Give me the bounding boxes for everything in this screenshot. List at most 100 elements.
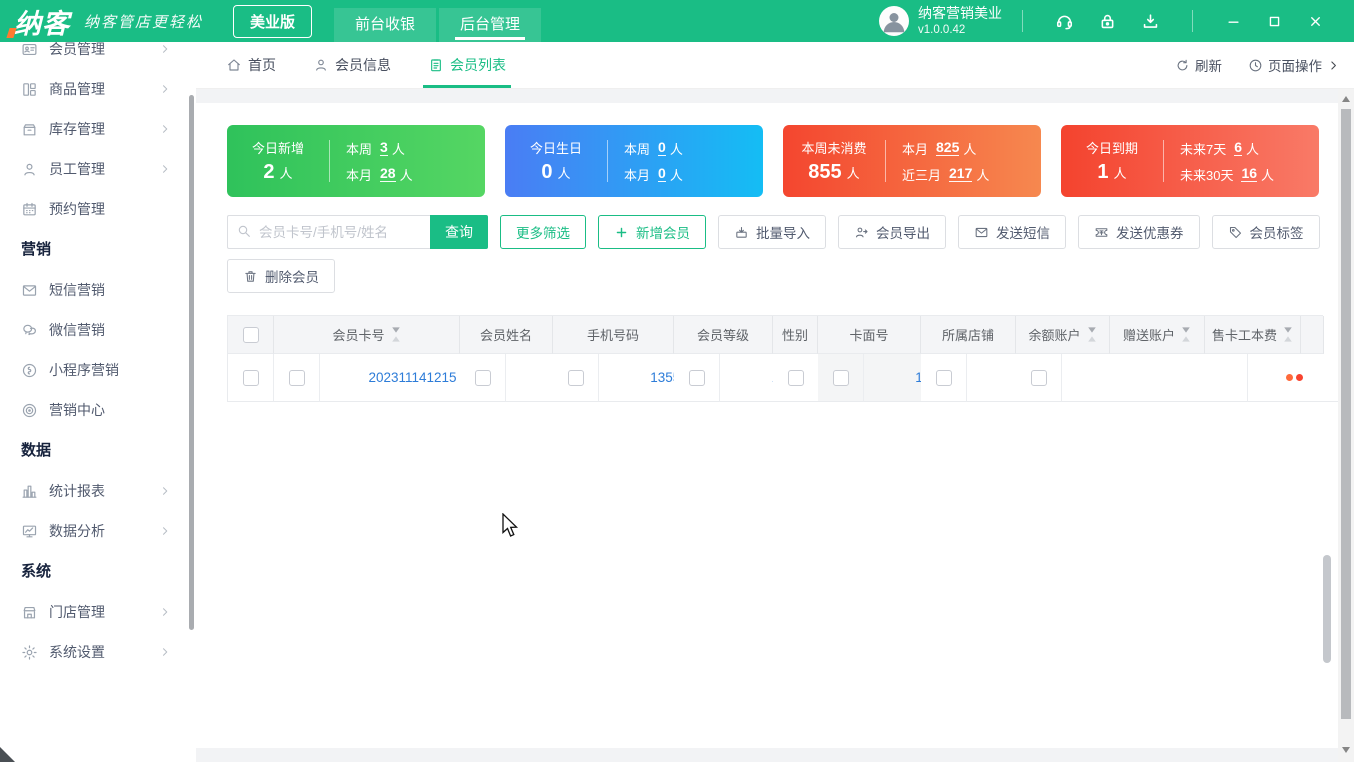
sidebar-item[interactable]: 库存管理: [0, 109, 196, 149]
sort-icon[interactable]: [1181, 326, 1191, 343]
sidebar-item[interactable]: 系统设置: [0, 632, 196, 672]
table-scrollbar[interactable]: [1323, 555, 1331, 663]
table-header-cell: 赠送账户: [1110, 316, 1205, 354]
toolbar-button[interactable]: 更多筛选: [500, 215, 586, 249]
mail-icon: [974, 225, 989, 240]
sidebar-item[interactable]: 数据分析: [0, 511, 196, 551]
row-checkbox[interactable]: [288, 369, 305, 386]
row-checkbox[interactable]: [688, 369, 705, 386]
minimize-button[interactable]: [1226, 14, 1241, 29]
toolbar-button[interactable]: 会员标签: [1211, 215, 1320, 249]
table-header-filler: [1301, 316, 1324, 354]
stat-card-detail: 本月 825 人: [902, 138, 977, 157]
titlebar-right: 纳客营销美业 v1.0.0.42: [879, 5, 1354, 37]
maximize-button[interactable]: [1267, 14, 1282, 29]
page-tab[interactable]: 会员列表: [423, 42, 511, 88]
sidebar-item[interactable]: 小程序营销: [0, 350, 196, 390]
store-icon: [21, 604, 38, 621]
toolbar-button[interactable]: 会员导出: [838, 215, 946, 249]
stat-detail-link[interactable]: 0: [658, 139, 666, 157]
sort-icon[interactable]: [1087, 326, 1097, 343]
sort-icon[interactable]: [1283, 326, 1293, 343]
stat-detail-link[interactable]: 28: [380, 165, 396, 183]
close-button[interactable]: [1308, 14, 1323, 29]
stat-detail-link[interactable]: 825: [936, 139, 960, 157]
chevron-right-icon: [159, 123, 171, 135]
chevron-right-icon: [159, 485, 171, 497]
row-checkbox[interactable]: [1030, 369, 1047, 386]
page-tab[interactable]: 首页: [226, 42, 276, 88]
stat-detail-link[interactable]: 6: [1234, 139, 1243, 157]
stat-card: 本周未消费 855 人 本月 825 人 近三月 217 人: [783, 125, 1041, 197]
select-all-checkbox[interactable]: [242, 326, 259, 343]
lock-icon[interactable]: [1098, 12, 1117, 31]
sidebar-item[interactable]: 商品管理: [0, 69, 196, 109]
page-tab[interactable]: 会员信息: [313, 42, 391, 88]
table-row[interactable]: 202311131104 莉莉 13516081235 测试等级1 女 高尔夫球…: [460, 354, 1338, 402]
scrollbar-thumb[interactable]: [1341, 109, 1351, 719]
refresh-button[interactable]: 刷新: [1175, 55, 1222, 75]
table-row[interactable]: 13553171768 张 13553171768 测试等级1 女 高尔夫球馆.…: [553, 354, 1338, 402]
toolbar-button[interactable]: 发送短信: [958, 215, 1066, 249]
chevron-right-icon: [1327, 59, 1340, 72]
stat-card: 今日到期 1人 未来7天 6 人 未来30天 16 人: [1061, 125, 1319, 197]
download-icon[interactable]: [1141, 12, 1160, 31]
scroll-up-button[interactable]: [1338, 91, 1354, 107]
sidebar-item[interactable]: 预约管理: [0, 189, 196, 229]
table-row[interactable]: 13964020096 倪先生 13964020096 黄金会员 男 高尔夫球馆…: [773, 354, 1338, 402]
stat-detail-link[interactable]: 0: [658, 165, 666, 183]
stat-detail-link[interactable]: 3: [380, 139, 388, 157]
sidebar-item[interactable]: 短信营销: [0, 270, 196, 310]
search-icon: [236, 223, 252, 239]
member-card-link[interactable]: 202311141215: [368, 370, 456, 385]
row-checkbox[interactable]: [832, 369, 849, 386]
stat-detail-link[interactable]: 217: [949, 165, 973, 183]
row-checkbox[interactable]: [474, 369, 491, 386]
chevron-right-icon: [159, 163, 171, 175]
query-button[interactable]: 查询: [430, 215, 488, 249]
sidebar-item[interactable]: 员工管理: [0, 149, 196, 189]
headset-icon[interactable]: [1055, 12, 1074, 31]
sidebar-item[interactable]: 统计报表: [0, 471, 196, 511]
row-checkbox[interactable]: [567, 369, 584, 386]
scroll-down-button[interactable]: [1338, 742, 1354, 758]
sidebar-section: 系统: [21, 563, 52, 580]
titlebar-nav-tab[interactable]: 前台收银: [334, 8, 437, 42]
row-checkbox[interactable]: [787, 369, 804, 386]
search-input[interactable]: [227, 215, 430, 249]
stat-card-value: 855 人: [808, 161, 860, 183]
sidebar-item[interactable]: 微信营销: [0, 310, 196, 350]
goods-icon: [21, 81, 38, 98]
table-header-cell: 所属店铺: [921, 316, 1016, 354]
table-row[interactable]: 13549659094 陈志军 13549659094 测试等级1 男 高尔夫球…: [818, 354, 1338, 402]
sidebar-scrollbar[interactable]: [189, 95, 194, 630]
toolbar-button[interactable]: 删除会员: [227, 259, 335, 293]
table-row[interactable]: [1016, 354, 1338, 402]
stat-card-title: 今日到期: [1085, 141, 1138, 156]
user-avatar[interactable]: [879, 6, 909, 36]
stat-card-detail: 未来30天 16 人: [1180, 164, 1275, 183]
stat-detail-link[interactable]: 16: [1241, 165, 1258, 183]
titlebar-nav-tab[interactable]: 后台管理: [439, 8, 542, 42]
row-checkbox[interactable]: [935, 369, 952, 386]
table-row[interactable]: 15043972137 150439721... 15043972137 黄金会…: [921, 354, 1338, 402]
sidebar-item[interactable]: 营销中心: [0, 390, 196, 430]
sort-icon[interactable]: [391, 326, 401, 343]
row-checkbox[interactable]: [242, 369, 259, 386]
stat-cards: 今日新增 2人 本周 3 人 本月 28 人 今日生日 0人 本周 0 人 本月…: [227, 125, 1338, 197]
app-logo: 纳客: [14, 2, 70, 41]
table-row[interactable]: 202311141215 于庆 13464870852 500元 保密 美业万达…: [274, 354, 1338, 402]
toolbar-button[interactable]: 批量导入: [718, 215, 826, 249]
status-dots: [1285, 374, 1303, 381]
table-row[interactable]: 10086 与溪 黑金会员 男 美业兴发店 667.6 300 1: [228, 354, 1324, 402]
toolbar-button[interactable]: 发送优惠券: [1078, 215, 1200, 249]
chevron-right-icon: [159, 606, 171, 618]
table-row[interactable]: 13114432753 小驼 13114432753 测试等级1 女 高尔夫球馆…: [674, 354, 1338, 402]
account-info: 纳客营销美业 v1.0.0.42: [918, 5, 1002, 37]
page-operations-button[interactable]: 页面操作: [1248, 55, 1340, 75]
toolbar-button[interactable]: 新增会员: [598, 215, 706, 249]
plus-icon: [614, 225, 629, 240]
sidebar-item[interactable]: 门店管理: [0, 592, 196, 632]
user-icon: [313, 57, 329, 73]
table-header-cell: 会员等级: [674, 316, 773, 354]
